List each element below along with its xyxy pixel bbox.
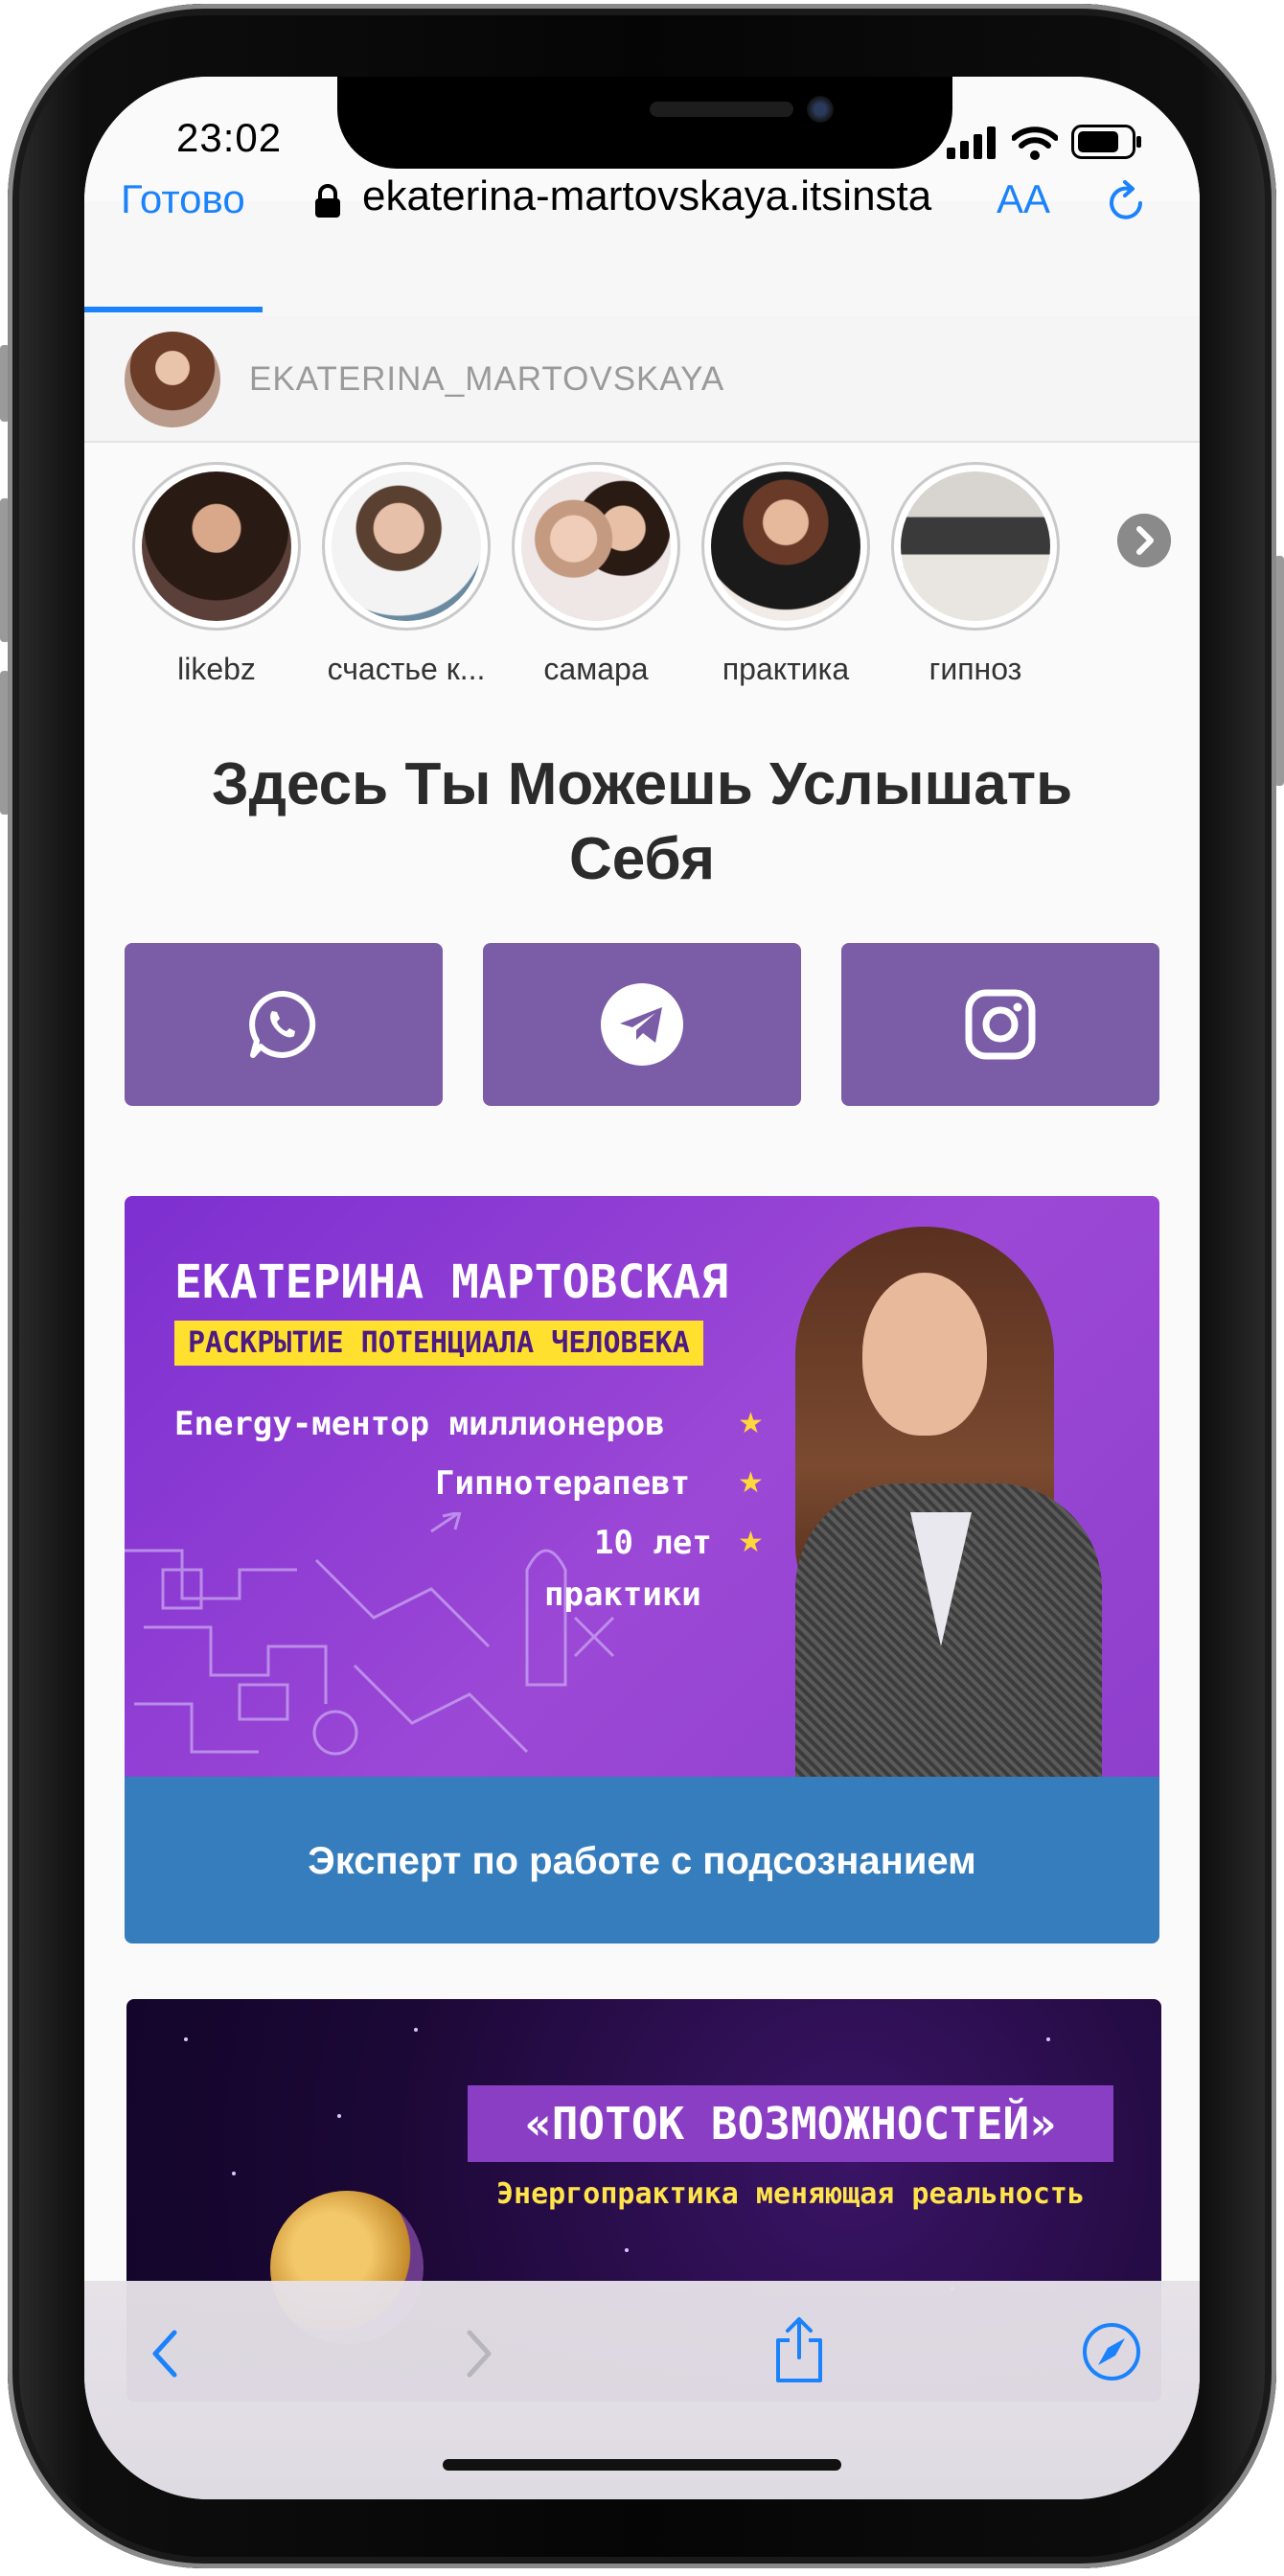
- story-image: [521, 472, 671, 621]
- expert-banner[interactable]: ЕКАТЕРИНА МАРТОВСКАЯ РАСКРЫТИЕ ПОТЕНЦИАЛ…: [125, 1196, 1159, 1944]
- portrait-face: [862, 1273, 987, 1436]
- banner-line-hypno: Гипнотерапевт: [435, 1464, 691, 1503]
- url-text[interactable]: ekaterina-martovskaya.itsinsta: [362, 172, 1052, 220]
- phone-screen: 23:02 Готово ekaterina-martovskaya.itsin…: [84, 77, 1200, 2499]
- story-image: [901, 472, 1050, 621]
- star-dot: [1046, 2037, 1050, 2041]
- story-item[interactable]: самара: [510, 462, 682, 687]
- banner2-title: «ПОТОК ВОЗМОЖНОСТЕЙ»: [468, 2085, 1113, 2162]
- banner-line-mentor: Energy-ментор миллионеров: [174, 1405, 665, 1443]
- star-icon: ★: [738, 1408, 764, 1439]
- earpiece: [650, 102, 793, 117]
- story-ring: [132, 462, 301, 631]
- profile-username[interactable]: EKATERINA_MARTOVSKAYA: [249, 360, 724, 399]
- star-dot: [337, 2114, 341, 2118]
- front-camera: [807, 96, 834, 123]
- page-headline: Здесь Ты Можешь Услышать Себя: [211, 751, 1073, 892]
- banner-name: ЕКАТЕРИНА МАРТОВСКАЯ: [174, 1255, 728, 1309]
- back-icon[interactable]: [146, 2325, 184, 2382]
- instagram-icon: [965, 989, 1036, 1060]
- status-time: 23:02: [176, 115, 283, 160]
- text-size-button[interactable]: AA: [997, 176, 1050, 222]
- stories-next-arrow-icon[interactable]: [1117, 514, 1171, 567]
- star-dot: [625, 2248, 629, 2252]
- avatar[interactable]: [125, 332, 220, 427]
- telegram-icon: [601, 983, 683, 1066]
- battery-icon: [1071, 125, 1141, 159]
- banner-image: ЕКАТЕРИНА МАРТОВСКАЯ РАСКРЫТИЕ ПОТЕНЦИАЛ…: [125, 1196, 1159, 1777]
- story-item[interactable]: likebz: [130, 462, 303, 687]
- story-image: [711, 472, 860, 621]
- story-ring: [512, 462, 680, 631]
- star-dot: [232, 2172, 236, 2175]
- star-dot: [184, 2037, 188, 2041]
- story-image: [332, 472, 481, 621]
- star-icon: ★: [738, 1467, 764, 1499]
- home-indicator: [443, 2459, 841, 2471]
- reload-icon[interactable]: [1104, 180, 1148, 224]
- star-dot: [414, 2028, 418, 2032]
- star-icon: ★: [738, 1527, 764, 1558]
- instagram-button[interactable]: [841, 943, 1159, 1106]
- banner-tagline: РАСКРЫТИЕ ПОТЕНЦИАЛА ЧЕЛОВЕКА: [174, 1321, 703, 1366]
- story-ring: [701, 462, 870, 631]
- done-button[interactable]: Готово: [121, 176, 245, 222]
- circuit-decoration-icon: [125, 1512, 615, 1756]
- story-item[interactable]: практика: [699, 462, 872, 687]
- story-label: самара: [543, 652, 649, 686]
- story-ring: [322, 462, 491, 631]
- profile-header: EKATERINA_MARTOVSKAYA: [84, 316, 1200, 443]
- lock-icon: [315, 184, 340, 218]
- story-item[interactable]: гипноз: [889, 462, 1062, 687]
- notch: [337, 77, 952, 169]
- story-label: практика: [722, 652, 850, 686]
- done-underline: [84, 307, 263, 312]
- story-ring: [891, 462, 1060, 631]
- banner-caption-bar: Эксперт по работе с подсознанием: [125, 1777, 1159, 1944]
- wifi-icon: [1012, 126, 1058, 160]
- banner-caption: Эксперт по работе с подсознанием: [308, 1840, 976, 1882]
- cellular-signal-icon: [947, 126, 996, 159]
- share-icon[interactable]: [770, 2315, 828, 2384]
- story-label: likebz: [177, 652, 256, 686]
- whatsapp-button[interactable]: [125, 943, 443, 1106]
- story-image: [142, 472, 291, 621]
- banner2-subtitle: Энергопрактика меняющая реальность: [495, 2177, 1086, 2211]
- telegram-button[interactable]: [483, 943, 801, 1106]
- compass-icon[interactable]: [1081, 2321, 1142, 2382]
- whatsapp-icon: [249, 990, 316, 1058]
- banner-line-years: 10 лет: [594, 1524, 712, 1562]
- story-item[interactable]: счастье к...: [320, 462, 493, 687]
- story-label: гипноз: [929, 652, 1022, 686]
- story-label: счастье к...: [327, 652, 486, 686]
- banner-line-practice: практики: [544, 1576, 701, 1614]
- forward-icon[interactable]: [460, 2325, 498, 2382]
